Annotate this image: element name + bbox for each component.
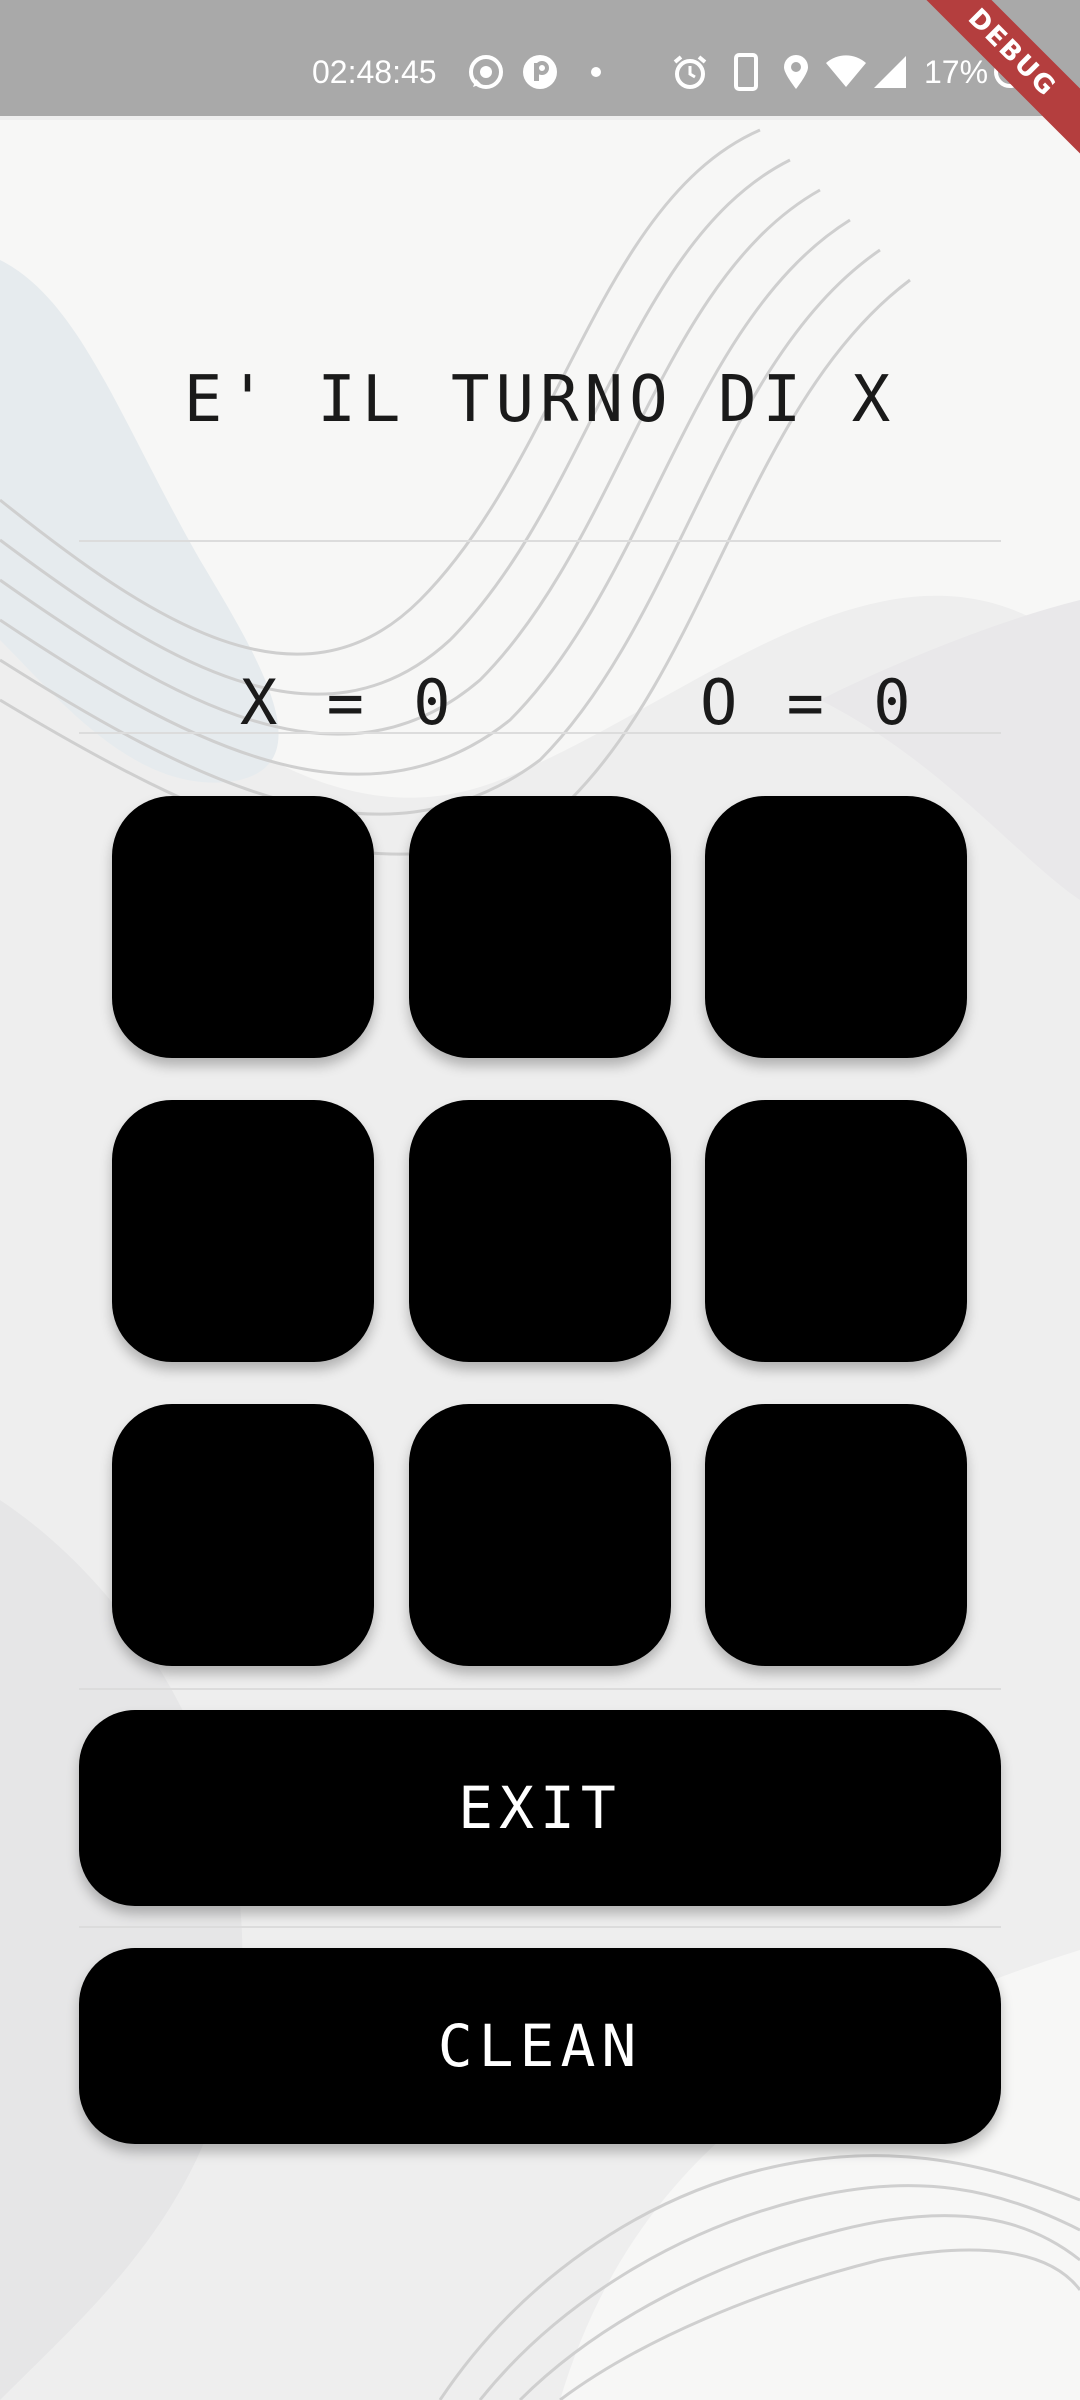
app-p-icon [520,52,560,92]
score-x: X = 0 [240,666,457,739]
board-cell-3[interactable] [705,796,967,1058]
alarm-icon [670,52,710,92]
signal-icon [870,52,910,92]
clean-button-label: CLEAN [437,2012,643,2080]
board-cell-5[interactable] [409,1100,671,1362]
wifi-icon [826,52,866,92]
exit-button[interactable]: EXIT [79,1710,1001,1906]
board-cell-1[interactable] [112,796,374,1058]
exit-button-label: EXIT [458,1774,622,1842]
phone-icon [726,52,766,92]
board-cell-9[interactable] [705,1404,967,1666]
board-cell-8[interactable] [409,1404,671,1666]
board-cell-6[interactable] [705,1100,967,1362]
whatsapp-icon [466,52,506,92]
status-time: 02:48:45 [312,54,437,90]
dot-icon [576,52,616,92]
board-cell-7[interactable] [112,1404,374,1666]
turn-indicator: E' IL TURNO DI X [183,363,897,437]
divider [79,732,1001,734]
battery-percentage: 17% [924,54,989,90]
board-cell-2[interactable] [409,796,671,1058]
board-cell-4[interactable] [112,1100,374,1362]
divider [79,540,1001,542]
status-bar: 02:48:45 17% DEBUG [0,0,1080,162]
divider [79,1926,1001,1928]
location-icon [776,52,816,92]
divider [79,1688,1001,1690]
score-o: O = 0 [700,666,917,739]
clean-button[interactable]: CLEAN [79,1948,1001,2144]
